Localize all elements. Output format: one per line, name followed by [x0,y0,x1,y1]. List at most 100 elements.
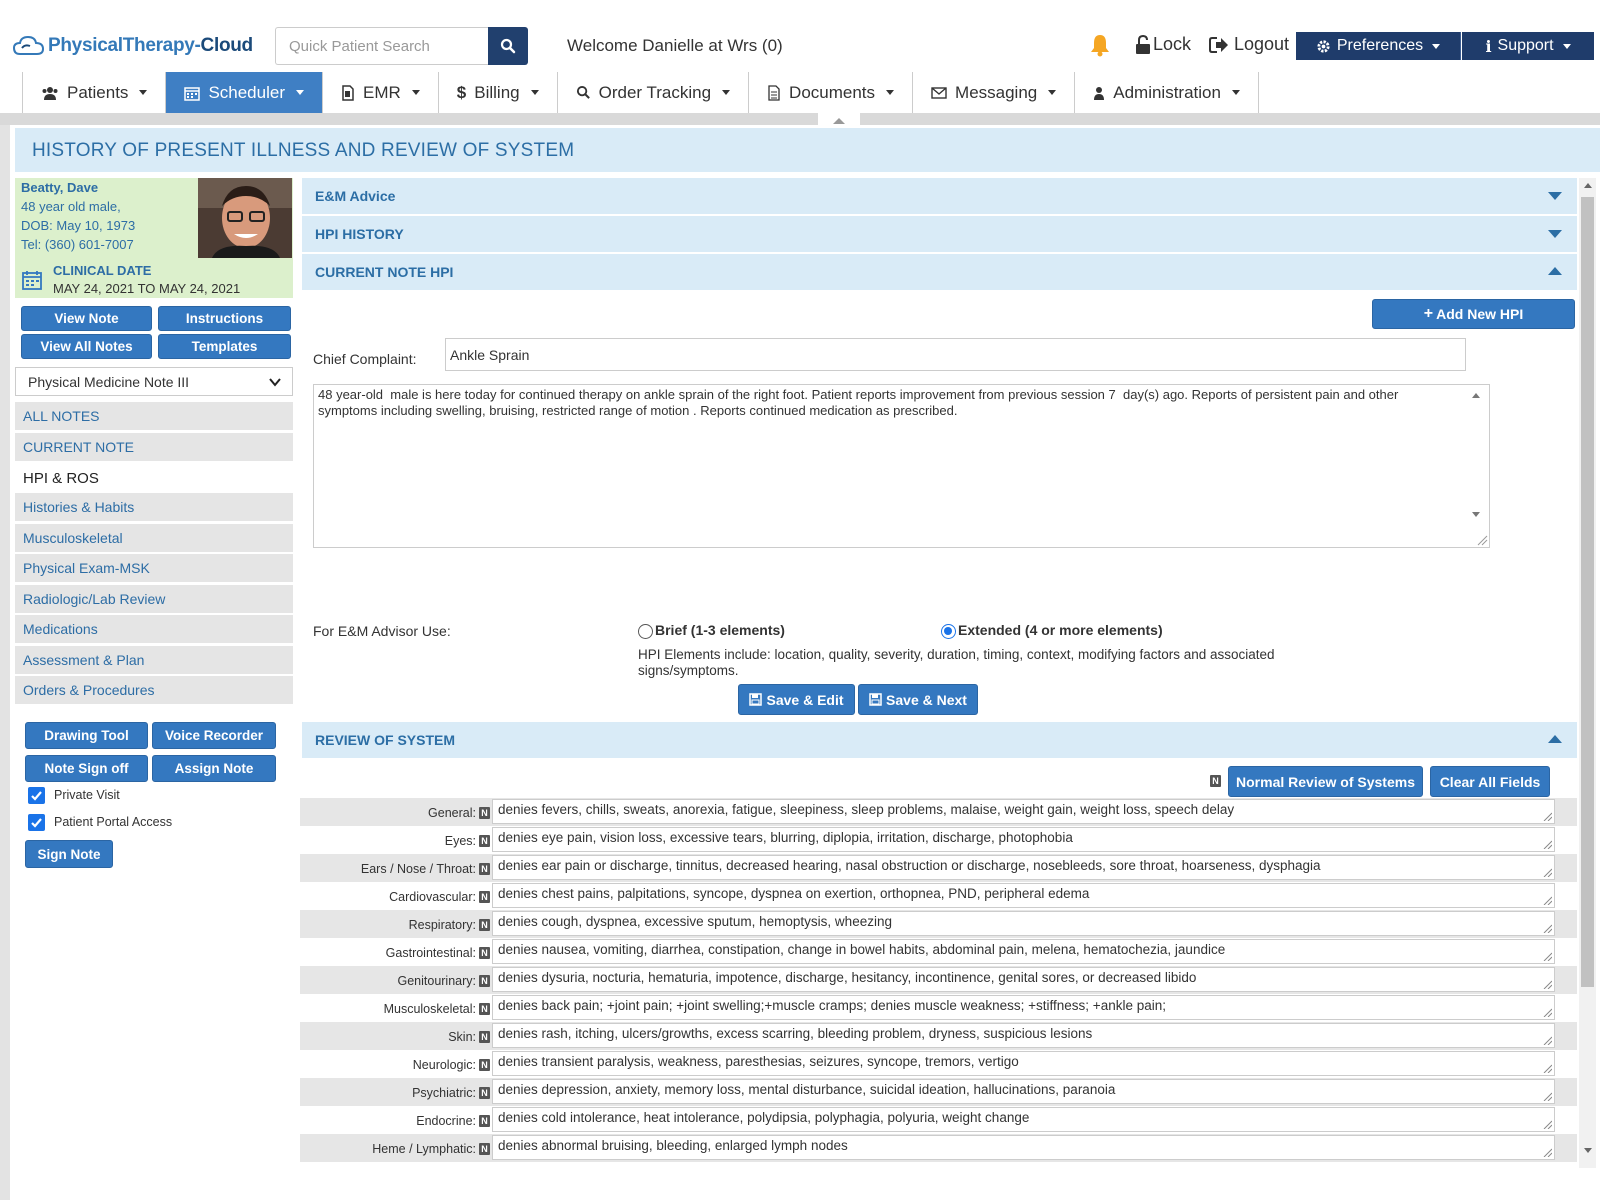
sidebar-item-hpi-ros[interactable]: HPI & ROS [15,464,293,492]
preferences-menu[interactable]: Preferences [1296,32,1461,60]
save-next-button[interactable]: Save & Next [858,684,978,715]
quick-patient-search-input[interactable] [275,27,488,65]
ros-row-field[interactable]: denies transient paralysis, weakness, pa… [492,1051,1555,1076]
nav-patients[interactable]: Patients [23,72,167,113]
normal-badge-icon[interactable]: N [479,1003,490,1015]
normal-badge-icon[interactable]: N [479,1087,490,1099]
ros-row-field[interactable]: denies ear pain or discharge, tinnitus, … [492,855,1555,880]
ros-row-field[interactable]: denies back pain; +joint pain; +joint sw… [492,995,1555,1020]
current-note-hpi-panel-header[interactable]: CURRENT NOTE HPI [302,254,1577,290]
private-visit-checkbox[interactable] [28,787,45,804]
ros-row-field[interactable]: denies abnormal bruising, bleeding, enla… [492,1135,1555,1160]
resize-grip-icon[interactable] [1476,534,1488,546]
sidebar-item-medications[interactable]: Medications [15,615,293,643]
normal-badge-icon[interactable]: N [479,1115,490,1127]
nav-emr[interactable]: EMR [323,72,439,113]
drawing-tool-button[interactable]: Drawing Tool [25,722,148,749]
nav-collapse-toggle[interactable] [818,113,860,125]
support-menu[interactable]: i Support [1462,32,1594,60]
resize-grip-icon[interactable] [1543,924,1552,933]
note-sign-off-button[interactable]: Note Sign off [25,755,148,782]
view-all-notes-button[interactable]: View All Notes [21,334,152,359]
scroll-down-arrow-icon[interactable] [1472,512,1480,517]
ros-row-field[interactable]: denies nausea, vomiting, diarrhea, const… [492,939,1555,964]
add-new-hpi-button[interactable]: + Add New HPI [1372,299,1575,329]
scroll-down-arrow-icon[interactable] [1584,1148,1592,1153]
nav-billing[interactable]: $ Billing [438,72,558,113]
resize-grip-icon[interactable] [1543,1148,1552,1157]
normal-badge-icon[interactable]: N [479,807,490,819]
clear-all-fields-button[interactable]: Clear All Fields [1430,766,1550,797]
sidebar-item-radiologic-lab-review[interactable]: Radiologic/Lab Review [15,585,293,613]
nav-messaging[interactable]: Messaging [913,72,1076,113]
resize-grip-icon[interactable] [1543,1092,1552,1101]
patient-portal-access-checkbox[interactable] [28,814,45,831]
sidebar-item-physical-exam-msk[interactable]: Physical Exam-MSK [15,554,293,582]
normal-badge-icon[interactable]: N [479,835,490,847]
ros-row-field[interactable]: denies depression, anxiety, memory loss,… [492,1079,1555,1104]
ros-row-field[interactable]: denies cold intolerance, heat intoleranc… [492,1107,1555,1132]
ros-row-field[interactable]: denies rash, itching, ulcers/growths, ex… [492,1023,1555,1048]
view-note-button[interactable]: View Note [21,306,152,331]
templates-button[interactable]: Templates [158,334,291,359]
review-of-system-panel-header[interactable]: REVIEW OF SYSTEM [302,722,1577,758]
ros-row-field[interactable]: denies eye pain, vision loss, excessive … [492,827,1555,852]
resize-grip-icon[interactable] [1543,1036,1552,1045]
hpi-history-panel-header[interactable]: HPI HISTORY [302,216,1577,252]
sidebar-item-histories-habits[interactable]: Histories & Habits [15,493,293,521]
ros-row-field[interactable]: denies cough, dyspnea, excessive sputum,… [492,911,1555,936]
normal-badge-icon[interactable]: N [1210,775,1221,787]
ros-row-field[interactable]: denies fevers, chills, sweats, anorexia,… [492,799,1555,824]
ros-row-field[interactable]: denies dysuria, nocturia, hematuria, imp… [492,967,1555,992]
logo[interactable]: PhysicalTherapy- Cloud [12,30,253,62]
resize-grip-icon[interactable] [1543,840,1552,849]
search-button[interactable] [488,27,528,65]
scroll-up-arrow-icon[interactable] [1472,393,1480,398]
sidebar-item-orders-procedures[interactable]: Orders & Procedures [15,676,293,704]
sidebar-item-musculoskeletal[interactable]: Musculoskeletal [15,524,293,552]
logout-button[interactable]: Logout [1209,34,1289,55]
resize-grip-icon[interactable] [1543,1008,1552,1017]
em-advice-panel-header[interactable]: E&M Advice [302,178,1577,214]
instructions-button[interactable]: Instructions [158,306,291,331]
normal-badge-icon[interactable]: N [479,863,490,875]
sidebar-item-current-note[interactable]: CURRENT NOTE [15,433,293,461]
resize-grip-icon[interactable] [1543,952,1552,961]
assign-note-button[interactable]: Assign Note [152,755,276,782]
normal-badge-icon[interactable]: N [479,1031,490,1043]
ros-row-field[interactable]: denies chest pains, palpitations, syncop… [492,883,1555,908]
nav-documents[interactable]: Documents [749,72,914,113]
save-edit-button[interactable]: Save & Edit [738,684,855,715]
resize-grip-icon[interactable] [1543,1120,1552,1129]
normal-badge-icon[interactable]: N [479,975,490,987]
normal-badge-icon[interactable]: N [479,919,490,931]
normal-badge-icon[interactable]: N [479,947,490,959]
normal-review-of-systems-button[interactable]: Normal Review of Systems [1228,766,1423,797]
lock-button[interactable]: Lock [1135,34,1191,55]
chief-complaint-input[interactable] [445,338,1466,371]
normal-badge-icon[interactable]: N [479,1059,490,1071]
scroll-up-arrow-icon[interactable] [1584,183,1592,188]
note-type-select[interactable]: Physical Medicine Note III [15,367,293,396]
hpi-narrative-textarea[interactable]: 48 year-old male is here today for conti… [313,384,1490,548]
normal-badge-icon[interactable]: N [479,1143,490,1155]
sidebar-item-assessment-plan[interactable]: Assessment & Plan [15,646,293,674]
resize-grip-icon[interactable] [1543,980,1552,989]
nav-scheduler[interactable]: Scheduler [166,72,323,113]
bell-icon[interactable] [1089,33,1111,57]
resize-grip-icon[interactable] [1543,868,1552,877]
sign-note-button[interactable]: Sign Note [25,840,113,868]
sidebar-item-all-notes[interactable]: ALL NOTES [15,402,293,430]
patient-name[interactable]: Beatty, Dave [21,180,98,195]
nav-order-tracking[interactable]: Order Tracking [557,72,750,113]
brief-radio[interactable] [638,624,653,639]
scrollbar-thumb[interactable] [1581,197,1594,987]
resize-grip-icon[interactable] [1543,1064,1552,1073]
voice-recorder-button[interactable]: Voice Recorder [152,722,276,749]
extended-radio[interactable] [941,624,956,639]
sidebar-collapse-strip[interactable] [0,125,10,1200]
normal-badge-icon[interactable]: N [479,891,490,903]
resize-grip-icon[interactable] [1543,812,1552,821]
resize-grip-icon[interactable] [1543,896,1552,905]
nav-administration[interactable]: Administration [1075,72,1259,113]
